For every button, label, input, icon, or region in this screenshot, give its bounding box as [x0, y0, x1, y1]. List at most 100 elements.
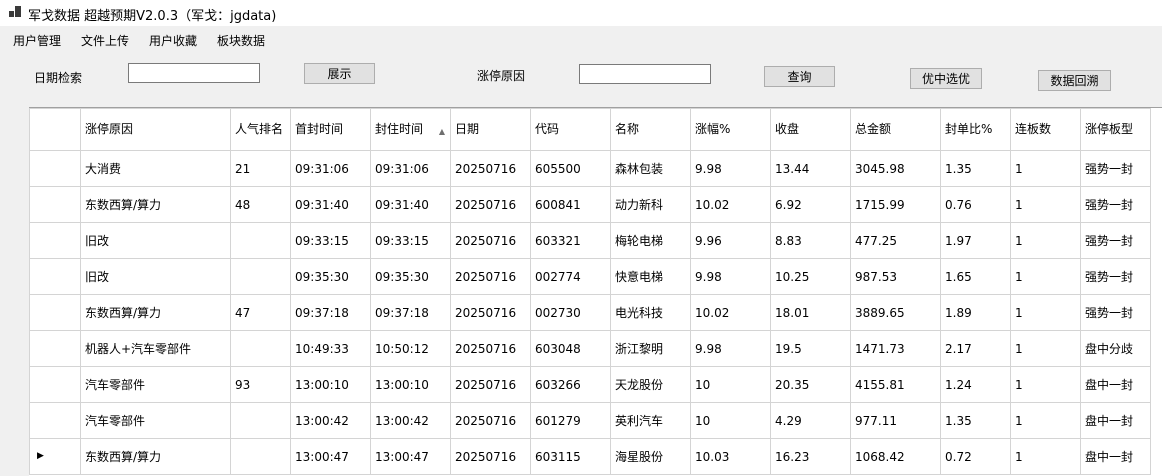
query-button[interactable]: 查询: [764, 66, 835, 87]
column-header-code[interactable]: 代码: [530, 108, 611, 151]
cell-change-pct[interactable]: 10: [690, 402, 771, 439]
column-header-date[interactable]: 日期: [450, 108, 531, 151]
cell-seal-ratio[interactable]: 1.35: [940, 150, 1011, 187]
cell-board-type[interactable]: 强势一封: [1080, 150, 1151, 187]
cell-popularity-rank[interactable]: 21: [230, 150, 291, 187]
cell-first-seal-time[interactable]: 13:00:47: [290, 438, 371, 475]
cell-popularity-rank[interactable]: [230, 330, 291, 367]
cell-code[interactable]: 603266: [530, 366, 611, 403]
cell-board-type[interactable]: 盘中一封: [1080, 366, 1151, 403]
limit-reason-input[interactable]: [579, 64, 711, 84]
cell-change-pct[interactable]: 10: [690, 366, 771, 403]
cell-seal-time[interactable]: 10:50:12: [370, 330, 451, 367]
table-row[interactable]: 东数西算/算力 48 09:31:40 09:31:40 20250716 600841 动…: [29, 186, 1151, 223]
cell-board-count[interactable]: 1: [1010, 366, 1081, 403]
cell-close[interactable]: 10.25: [770, 258, 851, 295]
cell-board-type[interactable]: 强势一封: [1080, 222, 1151, 259]
cell-date[interactable]: 20250716: [450, 222, 531, 259]
cell-code[interactable]: 605500: [530, 150, 611, 187]
cell-total-amount[interactable]: 1471.73: [850, 330, 941, 367]
cell-board-count[interactable]: 1: [1010, 258, 1081, 295]
cell-seal-ratio[interactable]: 0.72: [940, 438, 1011, 475]
cell-popularity-rank[interactable]: [230, 222, 291, 259]
cell-change-pct[interactable]: 9.98: [690, 258, 771, 295]
column-header-seal-ratio[interactable]: 封单比%: [940, 108, 1011, 151]
cell-seal-time[interactable]: 09:31:40: [370, 186, 451, 223]
cell-change-pct[interactable]: 9.96: [690, 222, 771, 259]
row-header[interactable]: ▶: [29, 438, 81, 475]
cell-close[interactable]: 19.5: [770, 330, 851, 367]
cell-name[interactable]: 快意电梯: [610, 258, 691, 295]
cell-first-seal-time[interactable]: 09:37:18: [290, 294, 371, 331]
cell-date[interactable]: 20250716: [450, 258, 531, 295]
cell-date[interactable]: 20250716: [450, 438, 531, 475]
cell-code[interactable]: 601279: [530, 402, 611, 439]
limit-up-data-grid[interactable]: 涨停原因 人气排名 首封时间 封住时间 ▲ 日期 代码 名称 涨幅% 收盘 总金额 封单比% 连板数 涨停…: [29, 108, 1162, 476]
cell-code[interactable]: 603321: [530, 222, 611, 259]
cell-board-type[interactable]: 强势一封: [1080, 294, 1151, 331]
cell-name[interactable]: 浙江黎明: [610, 330, 691, 367]
cell-close[interactable]: 18.01: [770, 294, 851, 331]
cell-first-seal-time[interactable]: 09:31:06: [290, 150, 371, 187]
cell-code[interactable]: 603115: [530, 438, 611, 475]
cell-close[interactable]: 4.29: [770, 402, 851, 439]
cell-name[interactable]: 电光科技: [610, 294, 691, 331]
cell-close[interactable]: 6.92: [770, 186, 851, 223]
column-header-seal-time[interactable]: 封住时间 ▲: [370, 108, 451, 151]
menu-user-favorites[interactable]: 用户收藏: [149, 32, 197, 49]
column-header-popularity-rank[interactable]: 人气排名: [230, 108, 291, 151]
column-header-reason[interactable]: 涨停原因: [80, 108, 231, 151]
cell-board-count[interactable]: 1: [1010, 438, 1081, 475]
cell-popularity-rank[interactable]: [230, 402, 291, 439]
cell-seal-time[interactable]: 13:00:42: [370, 402, 451, 439]
cell-date[interactable]: 20250716: [450, 330, 531, 367]
cell-date[interactable]: 20250716: [450, 150, 531, 187]
cell-popularity-rank[interactable]: [230, 258, 291, 295]
column-header-change-pct[interactable]: 涨幅%: [690, 108, 771, 151]
row-header[interactable]: [29, 330, 81, 367]
cell-total-amount[interactable]: 477.25: [850, 222, 941, 259]
cell-first-seal-time[interactable]: 13:00:10: [290, 366, 371, 403]
cell-code[interactable]: 600841: [530, 186, 611, 223]
cell-seal-time[interactable]: 09:35:30: [370, 258, 451, 295]
menu-user-management[interactable]: 用户管理: [13, 32, 61, 49]
cell-board-count[interactable]: 1: [1010, 150, 1081, 187]
cell-reason[interactable]: 东数西算/算力: [80, 438, 231, 475]
row-header[interactable]: [29, 258, 81, 295]
cell-total-amount[interactable]: 3045.98: [850, 150, 941, 187]
row-header[interactable]: [29, 402, 81, 439]
cell-total-amount[interactable]: 977.11: [850, 402, 941, 439]
cell-code[interactable]: 603048: [530, 330, 611, 367]
cell-name[interactable]: 森林包装: [610, 150, 691, 187]
cell-board-type[interactable]: 盘中一封: [1080, 438, 1151, 475]
cell-seal-ratio[interactable]: 1.97: [940, 222, 1011, 259]
row-header[interactable]: [29, 222, 81, 259]
cell-popularity-rank[interactable]: 93: [230, 366, 291, 403]
cell-seal-ratio[interactable]: 1.65: [940, 258, 1011, 295]
cell-first-seal-time[interactable]: 10:49:33: [290, 330, 371, 367]
cell-change-pct[interactable]: 10.03: [690, 438, 771, 475]
row-header[interactable]: [29, 150, 81, 187]
cell-board-type[interactable]: 强势一封: [1080, 186, 1151, 223]
cell-seal-time[interactable]: 13:00:10: [370, 366, 451, 403]
cell-first-seal-time[interactable]: 09:33:15: [290, 222, 371, 259]
cell-total-amount[interactable]: 1068.42: [850, 438, 941, 475]
column-header-name[interactable]: 名称: [610, 108, 691, 151]
cell-board-type[interactable]: 强势一封: [1080, 258, 1151, 295]
cell-total-amount[interactable]: 4155.81: [850, 366, 941, 403]
cell-seal-time[interactable]: 09:33:15: [370, 222, 451, 259]
cell-change-pct[interactable]: 9.98: [690, 330, 771, 367]
menu-file-upload[interactable]: 文件上传: [81, 32, 129, 49]
cell-date[interactable]: 20250716: [450, 186, 531, 223]
cell-reason[interactable]: 汽车零部件: [80, 402, 231, 439]
cell-reason[interactable]: 东数西算/算力: [80, 294, 231, 331]
table-row[interactable]: 东数西算/算力 47 09:37:18 09:37:18 20250716 002730 电…: [29, 294, 1151, 331]
table-row[interactable]: 汽车零部件 13:00:42 13:00:42 20250716 601279 英利汽车 1…: [29, 402, 1151, 439]
cell-popularity-rank[interactable]: 48: [230, 186, 291, 223]
cell-seal-time[interactable]: 13:00:47: [370, 438, 451, 475]
row-header[interactable]: [29, 294, 81, 331]
cell-name[interactable]: 海星股份: [610, 438, 691, 475]
row-header[interactable]: [29, 186, 81, 223]
cell-seal-ratio[interactable]: 1.24: [940, 366, 1011, 403]
cell-code[interactable]: 002730: [530, 294, 611, 331]
